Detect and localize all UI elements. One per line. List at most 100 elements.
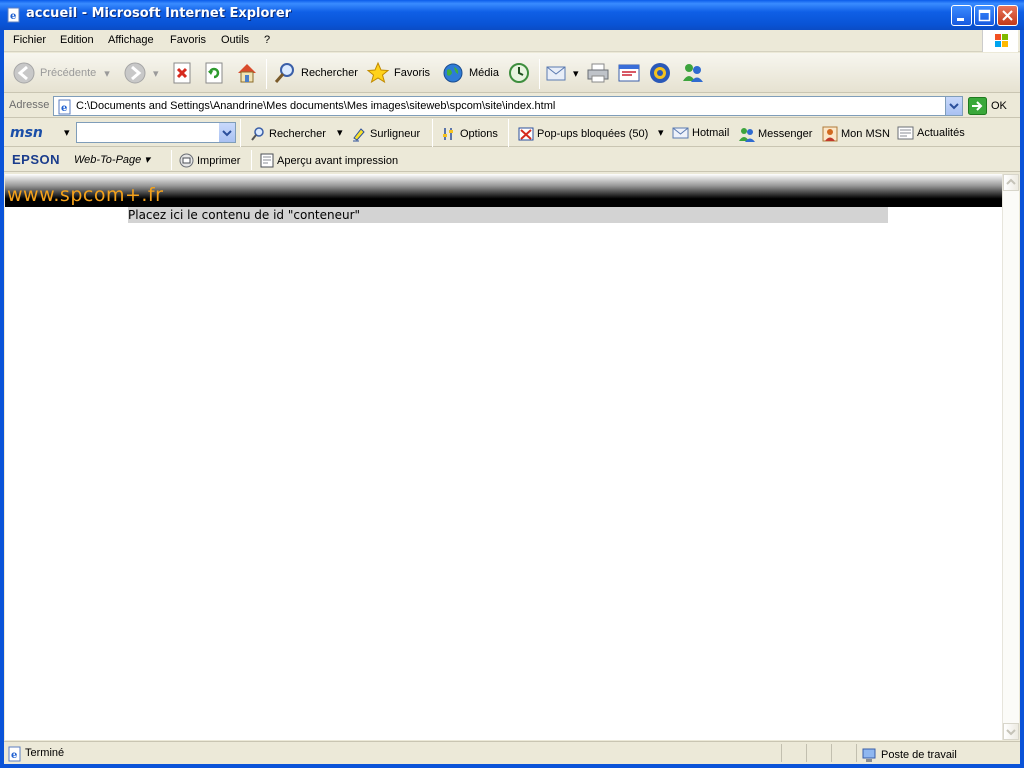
print-preview-button[interactable]: Aperçu avant impression — [260, 153, 398, 168]
browser-window: e accueil - Microsoft Internet Explorer … — [0, 0, 1024, 768]
menu-affichage[interactable]: Affichage — [108, 34, 154, 46]
favorites-label: Favoris — [394, 67, 431, 79]
site-banner: www.spcom+.fr — [5, 174, 1002, 207]
news-label: Actualités — [917, 127, 965, 139]
epson-toolbar: EPSON Web-To-Page ▾ Imprimer Aperçu avan… — [4, 148, 1020, 172]
epson-print-button[interactable]: Imprimer — [179, 153, 240, 168]
media-globe-icon — [443, 63, 463, 83]
conteneur-box: Placez ici le contenu de id "conteneur" — [128, 207, 888, 223]
windows-flag-icon — [995, 34, 1008, 47]
forward-button[interactable]: ▾ — [123, 61, 159, 85]
close-button[interactable] — [997, 5, 1018, 26]
standard-toolbar: Précédente ▾ ▾ Rechercher Favoris Média … — [4, 53, 1020, 93]
mymsn-button[interactable]: Mon MSN — [822, 126, 890, 142]
hotmail-label: Hotmail — [692, 127, 730, 139]
favorites-button[interactable]: Favoris — [366, 61, 430, 85]
newspaper-icon — [897, 126, 914, 140]
menu-fichier[interactable]: Fichier — [13, 34, 46, 46]
edit-button[interactable] — [617, 61, 645, 85]
msn-search-dropdown[interactable] — [219, 123, 235, 142]
messenger-people-icon — [683, 64, 703, 82]
svg-text:e: e — [61, 103, 67, 114]
stop-button[interactable] — [172, 61, 196, 85]
history-icon — [509, 63, 529, 83]
edit-document-icon — [618, 64, 640, 82]
menu-help[interactable]: ? — [264, 34, 270, 46]
back-button[interactable]: Précédente ▾ — [12, 61, 110, 85]
chevron-up-icon — [1006, 178, 1016, 185]
back-label: Précédente — [40, 67, 97, 79]
msn-search-input[interactable] — [76, 122, 236, 143]
msn-logo-dropdown-icon[interactable]: ▾ — [64, 126, 70, 139]
options-button[interactable]: Options — [441, 126, 498, 142]
toolbar-separator — [251, 150, 252, 170]
address-input[interactable]: e C:\Documents and Settings\Anandrine\Me… — [53, 96, 963, 116]
scroll-down-button[interactable] — [1003, 723, 1019, 740]
hotmail-button[interactable]: Hotmail — [672, 126, 729, 140]
msn-logo[interactable]: msn — [10, 125, 43, 141]
popups-blocked-button[interactable]: Pop-ups bloquées (50) — [518, 126, 648, 142]
toolbar-separator — [432, 119, 433, 147]
status-panel — [831, 744, 832, 762]
maximize-button[interactable] — [974, 5, 995, 26]
mymsn-label: Mon MSN — [841, 128, 890, 140]
menu-favoris[interactable]: Favoris — [170, 34, 206, 46]
menu-outils[interactable]: Outils — [221, 34, 249, 46]
epson-logo: EPSON — [12, 152, 61, 167]
msn-search-button[interactable]: Rechercher — [250, 126, 326, 142]
home-button[interactable] — [235, 61, 263, 85]
highlighter-icon — [353, 128, 365, 142]
messenger-toolbar-button[interactable] — [681, 61, 709, 85]
forward-arrow-icon — [124, 62, 146, 84]
minimize-button[interactable] — [951, 5, 972, 26]
address-dropdown-button[interactable] — [945, 97, 962, 115]
research-button[interactable] — [648, 61, 676, 85]
refresh-icon — [205, 62, 223, 84]
printer-icon — [587, 63, 609, 83]
site-title: www.spcom+.fr — [7, 184, 164, 206]
news-button[interactable]: Actualités — [897, 126, 965, 140]
popups-dropdown-icon[interactable]: ▾ — [658, 126, 664, 139]
msn-search-dropdown-icon[interactable]: ▾ — [337, 126, 343, 139]
toolbar-separator — [171, 150, 172, 170]
close-icon — [1002, 10, 1013, 21]
web-to-page-menu[interactable]: Web-To-Page ▾ — [74, 153, 150, 166]
history-button[interactable] — [507, 61, 535, 85]
highlight-label: Surligneur — [370, 128, 421, 140]
status-panel — [856, 744, 857, 762]
address-bar: Adresse e C:\Documents and Settings\Anan… — [4, 94, 1020, 118]
print-button[interactable] — [586, 61, 614, 85]
back-dropdown-icon[interactable]: ▾ — [104, 67, 110, 80]
options-label: Options — [460, 128, 498, 140]
stop-icon — [173, 62, 191, 84]
toolbar-separator — [508, 119, 509, 147]
chevron-down-icon — [1006, 729, 1016, 736]
search-button[interactable]: Rechercher — [273, 61, 358, 85]
vertical-scrollbar[interactable] — [1002, 174, 1019, 740]
popups-label: Pop-ups bloquées (50) — [537, 128, 649, 140]
toolbar-separator — [266, 59, 267, 89]
person-icon — [822, 126, 838, 142]
scroll-up-button[interactable] — [1003, 174, 1019, 191]
go-button[interactable]: OK — [968, 97, 1007, 115]
svg-text:e: e — [11, 750, 17, 761]
printer-icon — [179, 153, 194, 168]
mail-button[interactable]: ▾ — [545, 61, 579, 85]
window-title: accueil - Microsoft Internet Explorer — [26, 6, 292, 21]
epson-print-label: Imprimer — [197, 154, 241, 167]
go-arrow-icon — [968, 97, 987, 115]
star-icon — [366, 61, 390, 84]
menu-bar: Fichier Edition Affichage Favoris Outils… — [4, 30, 1020, 52]
status-panel — [806, 744, 807, 762]
media-button[interactable]: Média — [441, 61, 499, 85]
refresh-button[interactable] — [204, 61, 228, 85]
windows-logo — [982, 30, 1018, 52]
forward-dropdown-icon[interactable]: ▾ — [153, 67, 159, 80]
messenger-people-icon — [739, 128, 755, 142]
menu-edition[interactable]: Edition — [60, 34, 94, 46]
maximize-icon — [978, 9, 991, 22]
mail-dropdown-icon[interactable]: ▾ — [573, 67, 579, 80]
messenger-button[interactable]: Messenger — [738, 126, 812, 142]
title-bar[interactable]: e accueil - Microsoft Internet Explorer — [0, 0, 1024, 30]
highlight-button[interactable]: Surligneur — [351, 126, 420, 142]
